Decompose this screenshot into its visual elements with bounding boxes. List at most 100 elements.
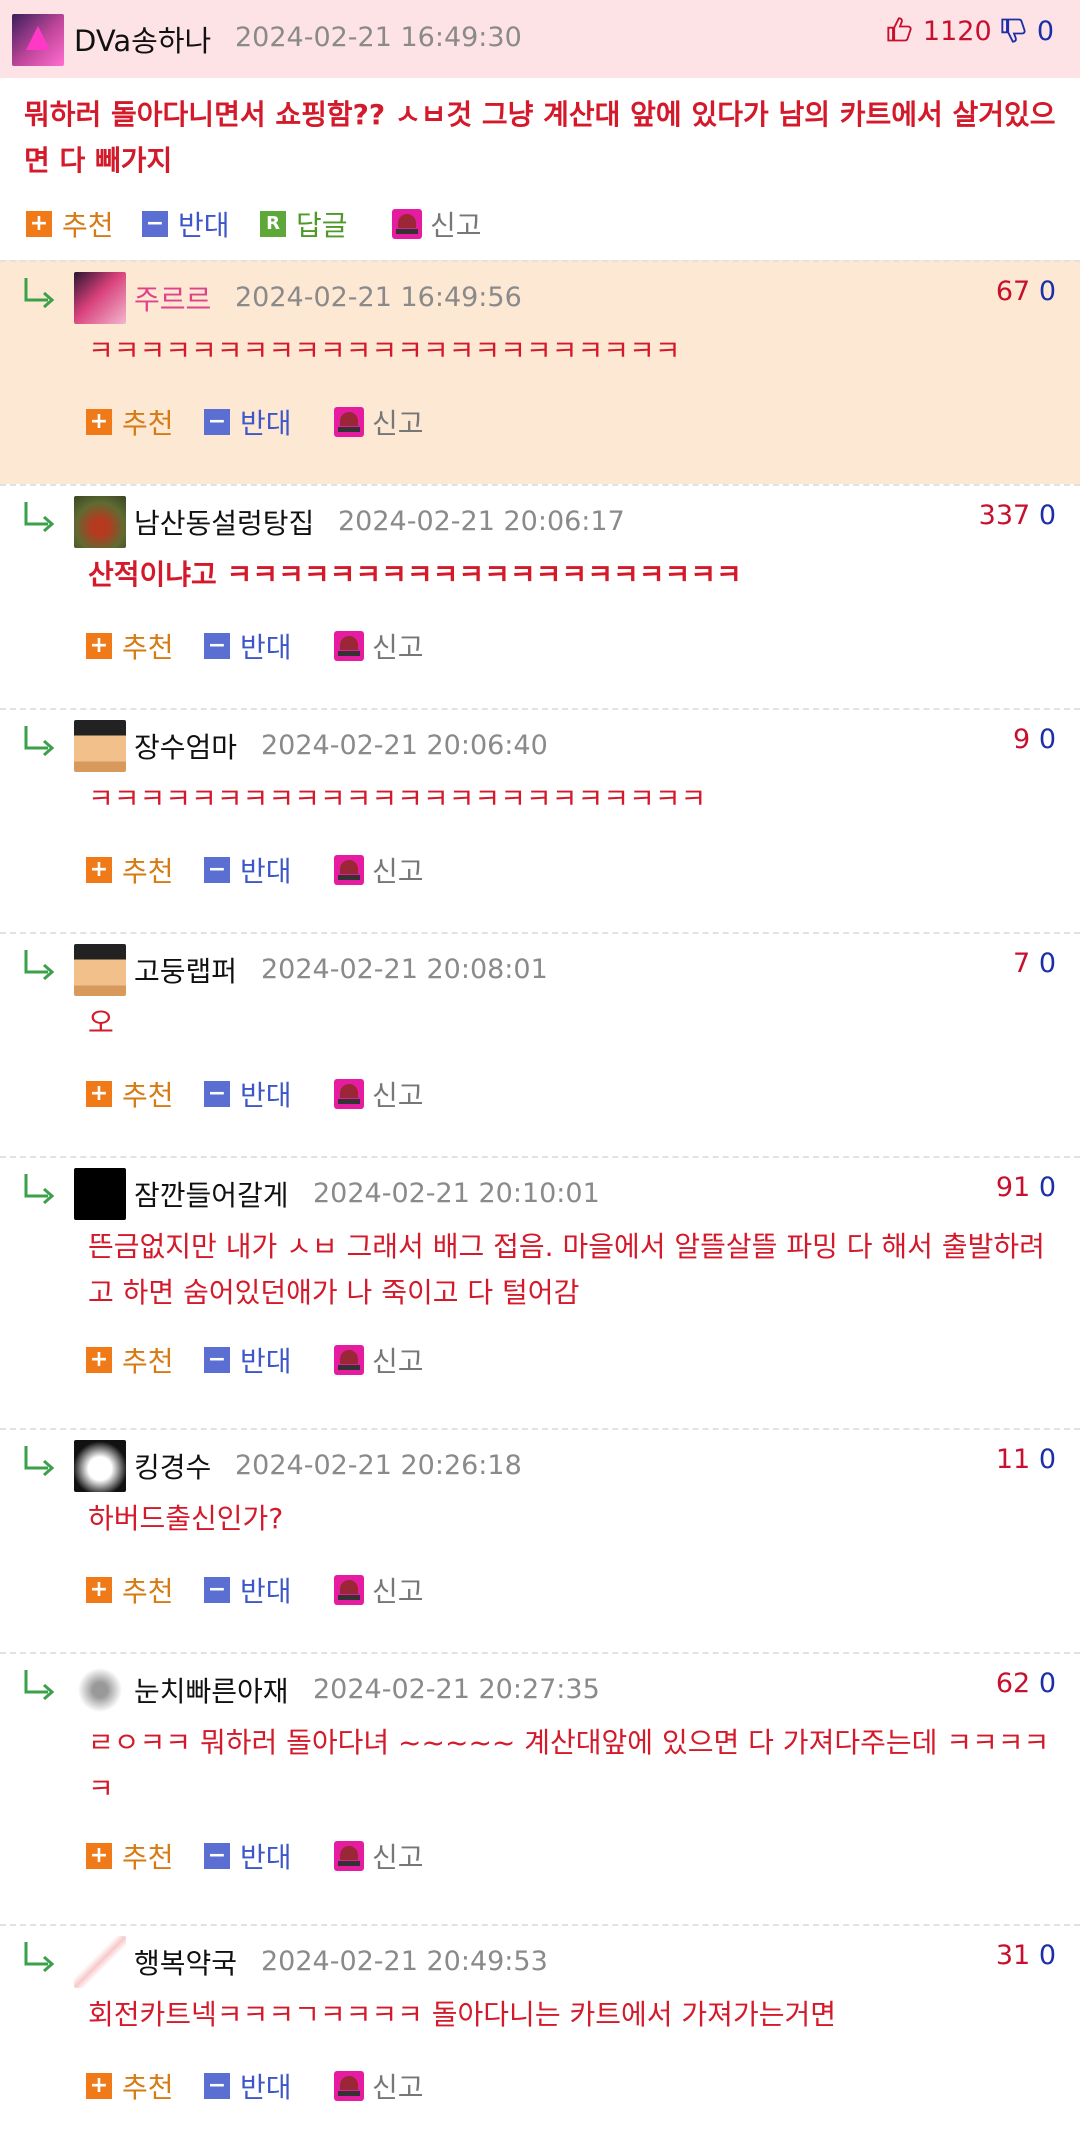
comment-nickname[interactable]: 주르르	[134, 278, 211, 318]
report-button[interactable]: 신고	[334, 1340, 424, 1380]
comment-date: 2024-02-21 20:26:18	[235, 1450, 522, 1481]
siren-icon	[334, 855, 364, 885]
comment-nickname[interactable]: 장수엄마	[134, 726, 237, 766]
report-button[interactable]: 신고	[334, 1836, 424, 1876]
oppose-button[interactable]: − 반대	[204, 626, 292, 666]
oppose-button[interactable]: − 반대	[204, 402, 292, 442]
siren-icon	[334, 407, 364, 437]
oppose-button[interactable]: − 반대	[204, 1074, 292, 1114]
oppose-button[interactable]: − 반대	[204, 1340, 292, 1380]
recommend-button[interactable]: + 추천	[86, 1570, 174, 1610]
report-label: 신고	[372, 855, 424, 888]
comment-actions: + 추천 − 반대 신고	[86, 1570, 586, 1610]
report-button[interactable]: 신고	[334, 1074, 424, 1114]
avatar[interactable]	[74, 1936, 126, 1988]
avatar[interactable]	[74, 1168, 126, 1220]
comment-up-count: 9	[1013, 724, 1031, 755]
comment: 남산동설렁탕집 2024-02-21 20:06:17 337 0 산적이냐고 ㅋㅋㅋ…	[0, 484, 1080, 708]
oppose-label: 반대	[178, 209, 230, 242]
oppose-button[interactable]: − 반대	[204, 2066, 292, 2106]
recommend-button[interactable]: + 추천	[26, 204, 114, 244]
comment-actions: + 추천 − 반대 신고	[86, 850, 586, 890]
recommend-button[interactable]: + 추천	[86, 1074, 174, 1114]
comment-date: 2024-02-21 20:49:53	[261, 1946, 548, 1977]
comment-actions: + 추천 − 반대 신고	[86, 402, 586, 442]
minus-icon: −	[204, 857, 230, 883]
avatar[interactable]	[12, 14, 64, 66]
recommend-button[interactable]: + 추천	[86, 402, 174, 442]
reply-button[interactable]: R 답글	[260, 204, 348, 244]
comment-nickname[interactable]: 킹경수	[134, 1446, 211, 1486]
recommend-label: 추천	[122, 1345, 174, 1378]
comment-list: 주르르 2024-02-21 16:49:56 67 0 ㅋㅋㅋㅋㅋㅋㅋㅋㅋㅋㅋㅋㅋㅋ…	[0, 260, 1080, 2148]
comment-date: 2024-02-21 16:49:56	[235, 282, 522, 313]
minus-icon: −	[142, 211, 168, 237]
oppose-button[interactable]: − 반대	[204, 1836, 292, 1876]
comment-nickname[interactable]: 잠깐들어갈게	[134, 1174, 289, 1214]
plus-icon: +	[86, 1347, 112, 1373]
oppose-button[interactable]: − 반대	[204, 850, 292, 890]
plus-icon: +	[86, 409, 112, 435]
recommend-button[interactable]: + 추천	[86, 850, 174, 890]
comment-nickname[interactable]: 눈치빠른아재	[134, 1670, 289, 1710]
report-button[interactable]: 신고	[334, 1570, 424, 1610]
recommend-label: 추천	[122, 1841, 174, 1874]
post-nickname[interactable]: DVa송하나	[74, 18, 211, 60]
comment-votes: 31 0	[996, 1940, 1056, 1971]
reply-arrow-icon	[22, 1668, 56, 1701]
comment-up-count: 31	[995, 1940, 1031, 1971]
comment-up-count: 67	[995, 276, 1031, 307]
siren-icon	[334, 1079, 364, 1109]
avatar[interactable]	[74, 1440, 126, 1492]
recommend-button[interactable]: + 추천	[86, 2066, 174, 2106]
comment-nickname[interactable]: 행복약국	[134, 1942, 237, 1982]
report-button[interactable]: 신고	[392, 204, 482, 244]
siren-icon	[392, 209, 422, 239]
minus-icon: −	[204, 1347, 230, 1373]
recommend-button[interactable]: + 추천	[86, 1836, 174, 1876]
comment-down-count: 0	[1038, 1940, 1056, 1971]
oppose-button[interactable]: − 반대	[142, 204, 230, 244]
minus-icon: −	[204, 409, 230, 435]
thumbs-down-icon[interactable]	[1000, 16, 1028, 44]
comment-nickname[interactable]: 고둥랩퍼	[134, 950, 237, 990]
comment-down-count: 0	[1038, 276, 1056, 307]
comment-text: 하버드출신인가?	[88, 1502, 284, 1535]
report-button[interactable]: 신고	[334, 626, 424, 666]
comment-text: 뜬금없지만 내가 ㅅㅂ 그래서 배그 접음. 마을에서 알뜰살뜰 파밍 다 해서…	[88, 1230, 1045, 1309]
comment-down-count: 0	[1038, 1444, 1056, 1475]
comment: 잠깐들어갈게 2024-02-21 20:10:01 91 0 뜬금없지만 내가 ㅅㅂ…	[0, 1156, 1080, 1428]
avatar[interactable]	[74, 720, 126, 772]
reply-arrow-icon	[22, 1172, 56, 1205]
comment-up-count: 91	[995, 1172, 1031, 1203]
oppose-label: 반대	[240, 855, 292, 888]
oppose-button[interactable]: − 반대	[204, 1570, 292, 1610]
comment: 눈치빠른아재 2024-02-21 20:27:35 62 0 ㄹㅇㅋㅋ 뭐하러 돌아…	[0, 1652, 1080, 1924]
avatar[interactable]	[74, 496, 126, 548]
recommend-button[interactable]: + 추천	[86, 1340, 174, 1380]
comment-up-count: 62	[995, 1668, 1031, 1699]
comment-votes: 9 0	[1013, 724, 1056, 755]
comment: 행복약국 2024-02-21 20:49:53 31 0 회전카트넥ㅋㅋㅋㄱㅋㅋㅋㅋ…	[0, 1924, 1080, 2148]
avatar[interactable]	[74, 1664, 126, 1716]
comment: 킹경수 2024-02-21 20:26:18 11 0 하버드출신인가? + 추천 − 반대…	[0, 1428, 1080, 1652]
report-button[interactable]: 신고	[334, 402, 424, 442]
avatar[interactable]	[74, 272, 126, 324]
comment-nickname[interactable]: 남산동설렁탕집	[134, 502, 314, 542]
report-button[interactable]: 신고	[334, 2066, 424, 2106]
avatar[interactable]	[74, 944, 126, 996]
comment: 장수엄마 2024-02-21 20:06:40 9 0 ㅋㅋㅋㅋㅋㅋㅋㅋㅋㅋㅋㅋㅋㅋ…	[0, 708, 1080, 932]
recommend-button[interactable]: + 추천	[86, 626, 174, 666]
report-button[interactable]: 신고	[334, 850, 424, 890]
comment-text: ㅋㅋㅋㅋㅋㅋㅋㅋㅋㅋㅋㅋㅋㅋㅋㅋㅋㅋㅋㅋㅋㅋㅋㅋ	[88, 782, 707, 815]
comment-votes: 91 0	[996, 1172, 1056, 1203]
plus-icon: +	[86, 857, 112, 883]
comment-votes: 62 0	[996, 1668, 1056, 1699]
post-down-count: 0	[1036, 16, 1054, 47]
reply-arrow-icon	[22, 1940, 56, 1973]
plus-icon: +	[26, 211, 52, 237]
thumbs-up-icon[interactable]	[886, 16, 914, 44]
siren-icon	[334, 1841, 364, 1871]
oppose-label: 반대	[240, 1575, 292, 1608]
comment-actions: + 추천 − 반대 신고	[86, 1340, 586, 1380]
